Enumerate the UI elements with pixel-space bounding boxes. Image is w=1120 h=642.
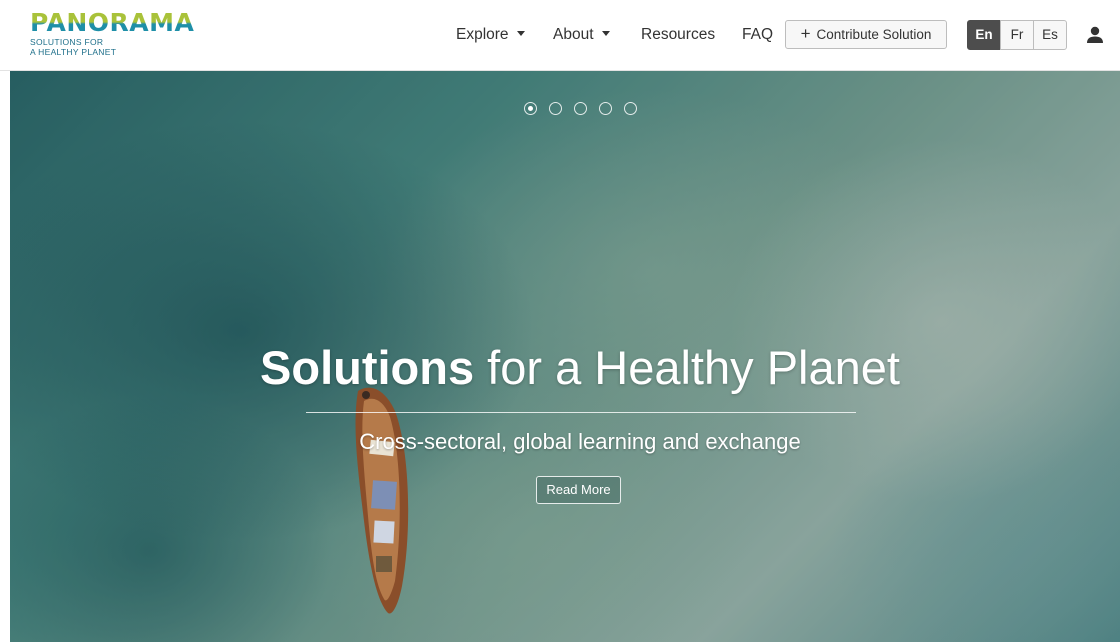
hero-divider: [306, 412, 856, 413]
read-more-button[interactable]: Read More: [536, 476, 621, 504]
hero-carousel: Solutions for a Healthy Planet Cross-sec…: [10, 71, 1120, 642]
nav-explore-label: Explore: [456, 26, 509, 43]
caret-down-icon: [601, 31, 610, 37]
nav-about[interactable]: About: [553, 24, 610, 46]
carousel-dot-1[interactable]: [524, 102, 537, 115]
lang-fr-button[interactable]: Fr: [1000, 20, 1034, 50]
caret-down-icon: [516, 31, 525, 37]
site-header: PANORAMA SOLUTIONS FOR A HEALTHY PLANET …: [0, 0, 1120, 71]
nav-faq[interactable]: FAQ: [742, 24, 773, 46]
language-switcher: En Fr Es: [967, 20, 1067, 50]
plus-icon: +: [800, 24, 811, 43]
nav-resources[interactable]: Resources: [641, 24, 715, 46]
boat-image: [355, 387, 409, 614]
logo-wordmark: PANORAMA: [30, 10, 200, 36]
nav-about-label: About: [553, 26, 594, 43]
contribute-solution-button[interactable]: + Contribute Solution: [785, 20, 947, 49]
hero-title: Solutions for a Healthy Planet: [10, 340, 1120, 396]
carousel-dot-2[interactable]: [549, 102, 562, 115]
lang-en-button[interactable]: En: [967, 20, 1001, 50]
panorama-logo[interactable]: PANORAMA SOLUTIONS FOR A HEALTHY PLANET: [30, 10, 200, 62]
hero-subtitle: Cross-sectoral, global learning and exch…: [359, 429, 801, 454]
carousel-dot-5[interactable]: [624, 102, 637, 115]
carousel-dot-4[interactable]: [599, 102, 612, 115]
contribute-label: Contribute Solution: [816, 27, 932, 42]
lang-es-button[interactable]: Es: [1033, 20, 1067, 50]
hero-title-bold: Solutions: [260, 341, 475, 394]
logo-tagline-2: A HEALTHY PLANET: [30, 46, 117, 57]
user-icon[interactable]: [1085, 25, 1105, 45]
nav-explore[interactable]: Explore: [456, 24, 525, 46]
hero-title-rest: for a Healthy Planet: [474, 341, 900, 394]
carousel-indicators: [524, 102, 637, 115]
carousel-dot-3[interactable]: [574, 102, 587, 115]
